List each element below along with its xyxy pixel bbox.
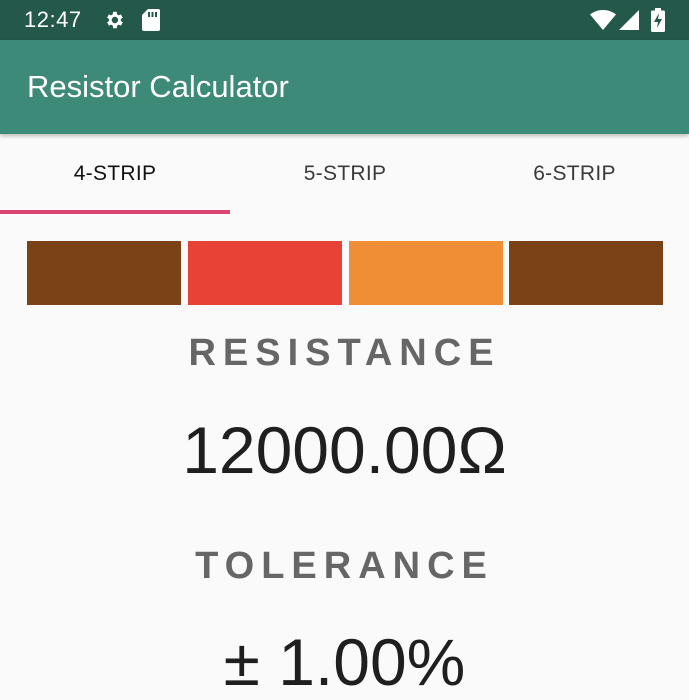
battery-charging-icon [651, 8, 665, 37]
gear-icon [103, 9, 125, 36]
tab-5-strip[interactable]: 5-STRIP [230, 134, 460, 214]
tab-bar: 4-STRIP 5-STRIP 6-STRIP [0, 134, 689, 214]
tolerance-label: TOLERANCE [195, 545, 494, 587]
status-bar: 12:47 [0, 0, 689, 40]
band-4[interactable] [509, 241, 663, 305]
resistance-label: RESISTANCE [188, 332, 501, 374]
sd-card-icon [142, 9, 160, 36]
tab-indicator [0, 210, 230, 214]
tab-6-strip[interactable]: 6-STRIP [460, 134, 689, 214]
resistance-value: 12000.00Ω [182, 413, 507, 487]
band-3[interactable] [349, 241, 503, 305]
band-2[interactable] [188, 241, 342, 305]
wifi-icon [590, 10, 616, 35]
signal-icon [619, 10, 639, 35]
app-bar: Resistor Calculator [0, 40, 689, 134]
tab-4-strip[interactable]: 4-STRIP [0, 134, 230, 214]
app-title: Resistor Calculator [27, 69, 289, 104]
status-time: 12:47 [24, 7, 82, 32]
band-1[interactable] [27, 241, 181, 305]
